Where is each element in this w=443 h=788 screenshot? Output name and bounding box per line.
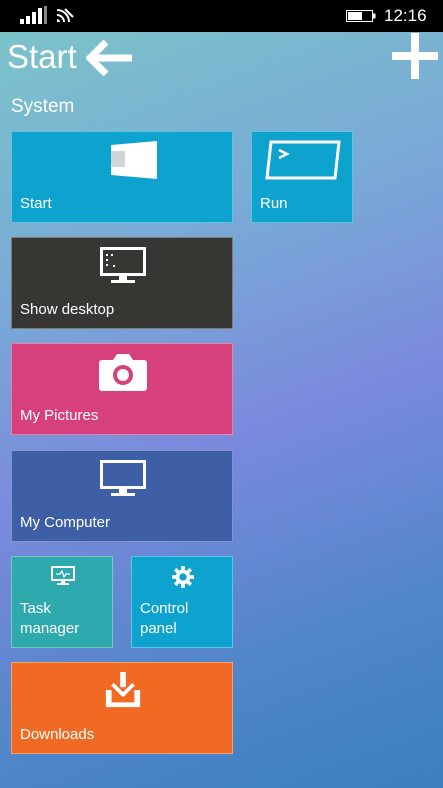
back-arrow-icon[interactable]	[86, 40, 134, 76]
start-window-icon	[111, 141, 157, 179]
tile-label: My Pictures	[20, 407, 99, 424]
monitor-desktop-icon	[100, 247, 146, 283]
gear-icon	[172, 566, 194, 588]
tile-run[interactable]: Run	[251, 131, 353, 223]
tile-my-computer[interactable]: My Computer	[11, 450, 233, 542]
tile-label: Control panel	[140, 600, 189, 637]
tile-label: Start	[20, 195, 52, 212]
page-title: Start	[7, 38, 77, 75]
tile-label: Task manager	[20, 600, 80, 637]
camera-icon	[99, 354, 147, 391]
tile-task-manager[interactable]: Task manager	[11, 556, 113, 648]
download-tray-icon	[105, 671, 141, 708]
battery-icon	[346, 10, 376, 22]
add-icon[interactable]	[392, 33, 438, 79]
status-time: 12:16	[384, 6, 427, 25]
tile-show-desktop[interactable]: Show desktop	[11, 237, 233, 329]
tile-my-pictures[interactable]: My Pictures	[11, 343, 233, 435]
tile-control-panel[interactable]: Control panel	[131, 556, 233, 648]
tile-downloads[interactable]: Downloads	[11, 662, 233, 754]
tile-label: My Computer	[20, 514, 111, 531]
tile-label: Run	[260, 195, 288, 212]
section-label-system: System	[11, 96, 75, 117]
tile-label: Downloads	[20, 726, 95, 743]
signal-strength-icon	[20, 6, 47, 24]
tile-start[interactable]: Start	[11, 131, 233, 223]
wifi-icon	[56, 8, 74, 23]
monitor-icon	[100, 460, 146, 496]
status-bar: 12:16	[0, 0, 443, 32]
run-prompt-icon	[265, 140, 341, 180]
task-monitor-icon	[51, 566, 75, 585]
tile-label: Show desktop	[20, 301, 115, 318]
